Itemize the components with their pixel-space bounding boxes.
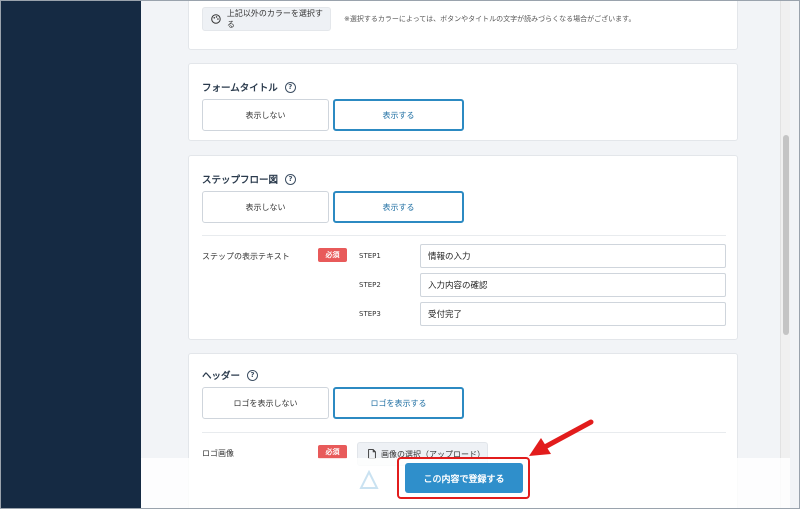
color-settings-card: 上記以外のカラーを選択する ※選択するカラーによっては、ボタンやタイトルの文字が… xyxy=(188,0,738,50)
step-flow-show-option[interactable]: 表示する xyxy=(333,191,464,223)
scrollbar-thumb[interactable] xyxy=(783,135,789,335)
step-flow-heading: ステップフロー図 ? xyxy=(202,172,297,186)
step3-input[interactable]: 受付完了 xyxy=(420,302,726,326)
color-swatch[interactable] xyxy=(466,0,524,1)
header-label: ヘッダー xyxy=(202,371,241,382)
highlight-box xyxy=(397,457,530,499)
main-content: 上記以外のカラーを選択する ※選択するカラーによっては、ボタンやタイトルの文字が… xyxy=(141,0,790,509)
step1-label: STEP1 xyxy=(359,252,381,260)
form-title-show-option[interactable]: 表示する xyxy=(333,99,464,131)
divider xyxy=(202,432,726,433)
form-title-heading: フォームタイトル ? xyxy=(202,80,296,94)
custom-color-button[interactable]: 上記以外のカラーを選択する xyxy=(202,7,331,31)
step-flow-label: ステップフロー図 xyxy=(202,175,279,186)
step1-input[interactable]: 情報の入力 xyxy=(420,244,726,268)
step-text-label: ステップの表示テキスト xyxy=(202,252,290,261)
color-swatch[interactable] xyxy=(598,0,656,1)
color-swatch[interactable] xyxy=(532,0,590,1)
custom-color-label: 上記以外のカラーを選択する xyxy=(226,9,323,29)
color-swatch-row xyxy=(189,0,739,2)
form-title-card: フォームタイトル ? 表示しない 表示する xyxy=(188,63,738,141)
color-note: ※選択するカラーによっては、ボタンやタイトルの文字が読みづらくなる場合がございま… xyxy=(344,15,636,23)
color-swatch[interactable] xyxy=(202,0,260,1)
step-flow-hide-option[interactable]: 表示しない xyxy=(202,191,329,223)
scrollbar[interactable] xyxy=(780,0,790,509)
color-swatch[interactable] xyxy=(334,0,392,1)
step2-label: STEP2 xyxy=(359,281,381,289)
required-badge: 必須 xyxy=(318,445,347,459)
header-heading: ヘッダー ? xyxy=(202,368,259,382)
palette-icon xyxy=(211,14,221,24)
header-hide-logo-option[interactable]: ロゴを表示しない xyxy=(202,387,329,419)
question-circle-icon[interactable]: ? xyxy=(247,369,259,381)
question-circle-icon[interactable]: ? xyxy=(285,173,297,185)
header-show-logo-option[interactable]: ロゴを表示する xyxy=(333,387,464,419)
form-title-hide-option[interactable]: 表示しない xyxy=(202,99,329,131)
sidebar xyxy=(0,0,141,509)
step-flow-card: ステップフロー図 ? 表示しない 表示する ステップの表示テキスト 必須 STE… xyxy=(188,155,738,340)
step3-label: STEP3 xyxy=(359,310,381,318)
color-swatch[interactable] xyxy=(268,0,326,1)
color-swatch[interactable] xyxy=(400,0,458,1)
form-title-label: フォームタイトル xyxy=(202,83,278,94)
logo-icon xyxy=(359,470,379,489)
question-circle-icon[interactable]: ? xyxy=(284,81,296,93)
arrow-icon xyxy=(529,419,594,456)
divider xyxy=(202,235,726,236)
color-swatch[interactable] xyxy=(664,0,722,1)
step2-input[interactable]: 入力内容の確認 xyxy=(420,273,726,297)
required-badge: 必須 xyxy=(318,248,347,262)
